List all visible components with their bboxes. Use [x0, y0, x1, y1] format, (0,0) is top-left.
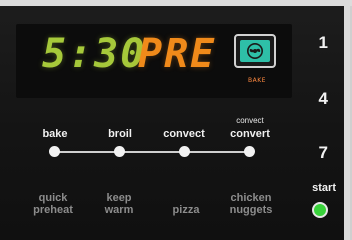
keypad-1[interactable]: 1 — [319, 33, 328, 53]
keypad-7[interactable]: 7 — [319, 143, 328, 163]
panel-right-edge — [344, 0, 350, 240]
fan-bake-icon-fill — [240, 40, 270, 62]
mode-convect-label[interactable]: convect — [154, 128, 214, 140]
mode-slider-line — [55, 151, 250, 153]
mode-dot-convert[interactable] — [244, 146, 255, 157]
digital-display: 5:30 PRE BAKE — [16, 24, 292, 98]
fan-bake-icon — [234, 34, 276, 68]
quick-preheat-button[interactable]: quick preheat — [18, 192, 88, 216]
pizza-button[interactable]: pizza — [151, 204, 221, 216]
time-readout: 5:30 — [42, 31, 147, 77]
mode-convert-label[interactable]: convert — [220, 128, 280, 140]
mode-readout: PRE — [138, 31, 217, 77]
mode-broil-label[interactable]: broil — [90, 128, 150, 140]
keep-warm-button[interactable]: keep warm — [84, 192, 154, 216]
mode-dot-convect[interactable] — [179, 146, 190, 157]
chicken-nuggets-button[interactable]: chicken nuggets — [216, 192, 286, 216]
start-indicator-light[interactable] — [312, 202, 328, 218]
oven-control-panel: 5:30 PRE BAKE 1 4 7 bake broil convect c… — [0, 0, 352, 240]
mode-bake-label[interactable]: bake — [25, 128, 85, 140]
fan-icon — [247, 43, 263, 59]
mode-dot-bake[interactable] — [49, 146, 60, 157]
mode-dot-broil[interactable] — [114, 146, 125, 157]
start-button-label[interactable]: start — [312, 182, 336, 194]
panel-top-border — [0, 0, 352, 6]
mode-convert-sub: convect — [236, 116, 264, 125]
bake-indicator-label: BAKE — [248, 77, 266, 84]
keypad-4[interactable]: 4 — [319, 89, 328, 109]
